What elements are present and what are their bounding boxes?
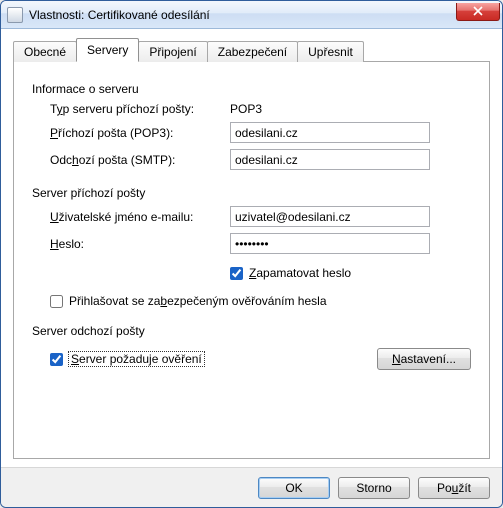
label-username: Uživatelské jméno e-mailu: (50, 210, 230, 224)
tab-panel-servers: Informace o serveru Typ serveru příchozí… (13, 61, 490, 459)
group-server-info: Informace o serveru (32, 82, 471, 96)
checkbox-remember-password[interactable] (230, 267, 243, 280)
input-password[interactable] (230, 233, 430, 254)
close-button[interactable] (456, 3, 500, 21)
dialog-footer: OK Storno Použít (1, 467, 502, 507)
tab-general[interactable]: Obecné (13, 41, 77, 62)
properties-dialog: Vlastnosti: Certifikované odesílání Obec… (0, 0, 503, 508)
window-title: Vlastnosti: Certifikované odesílání (29, 8, 456, 22)
row-username: Uživatelské jméno e-mailu: (32, 206, 471, 227)
input-outgoing-server[interactable] (230, 149, 430, 170)
button-cancel[interactable]: Storno (338, 477, 410, 499)
label-incoming: Příchozí pošta (POP3): (50, 126, 230, 140)
titlebar: Vlastnosti: Certifikované odesílání (1, 1, 502, 29)
input-username[interactable] (230, 206, 430, 227)
app-icon (7, 7, 23, 23)
tab-servers[interactable]: Servery (76, 38, 139, 62)
label-password: Heslo: (50, 237, 230, 251)
row-spa: Přihlašovat se zabezpečeným ověřováním h… (32, 294, 471, 308)
tab-security[interactable]: Zabezpečení (207, 41, 298, 62)
label-outgoing-auth[interactable]: Server požaduje ověření (69, 352, 204, 366)
group-outgoing-server: Server odchozí pošty (32, 324, 471, 338)
checkbox-outgoing-auth[interactable] (50, 353, 63, 366)
label-outgoing: Odchozí pošta (SMTP): (50, 153, 230, 167)
row-server-type: Typ serveru příchozí pošty: POP3 (32, 102, 471, 116)
tab-advanced[interactable]: Upřesnit (297, 41, 364, 62)
label-remember-password[interactable]: Zapamatovat heslo (249, 266, 351, 280)
tab-strip: Obecné Servery Připojení Zabezpečení Upř… (13, 39, 490, 61)
client-area: Obecné Servery Připojení Zabezpečení Upř… (1, 29, 502, 467)
row-password: Heslo: (32, 233, 471, 254)
button-apply[interactable]: Použít (418, 477, 490, 499)
checkbox-remember-wrap: Zapamatovat heslo (230, 266, 351, 280)
value-server-type: POP3 (230, 102, 262, 116)
button-ok[interactable]: OK (258, 477, 330, 499)
label-spa[interactable]: Přihlašovat se zabezpečeným ověřováním h… (69, 294, 327, 308)
checkbox-outgoing-wrap: Server požaduje ověření (50, 352, 204, 366)
row-incoming: Příchozí pošta (POP3): (32, 122, 471, 143)
row-outgoing: Odchozí pošta (SMTP): (32, 149, 471, 170)
row-remember: Zapamatovat heslo (32, 260, 471, 286)
row-outgoing-auth: Server požaduje ověření Nastavení... (32, 346, 471, 372)
close-icon (473, 6, 483, 16)
checkbox-spa[interactable] (50, 295, 63, 308)
button-settings[interactable]: Nastavení... (377, 348, 471, 370)
input-incoming-server[interactable] (230, 122, 430, 143)
label-server-type: Typ serveru příchozí pošty: (50, 102, 230, 116)
group-incoming-server: Server příchozí pošty (32, 186, 471, 200)
tab-connection[interactable]: Připojení (138, 41, 207, 62)
